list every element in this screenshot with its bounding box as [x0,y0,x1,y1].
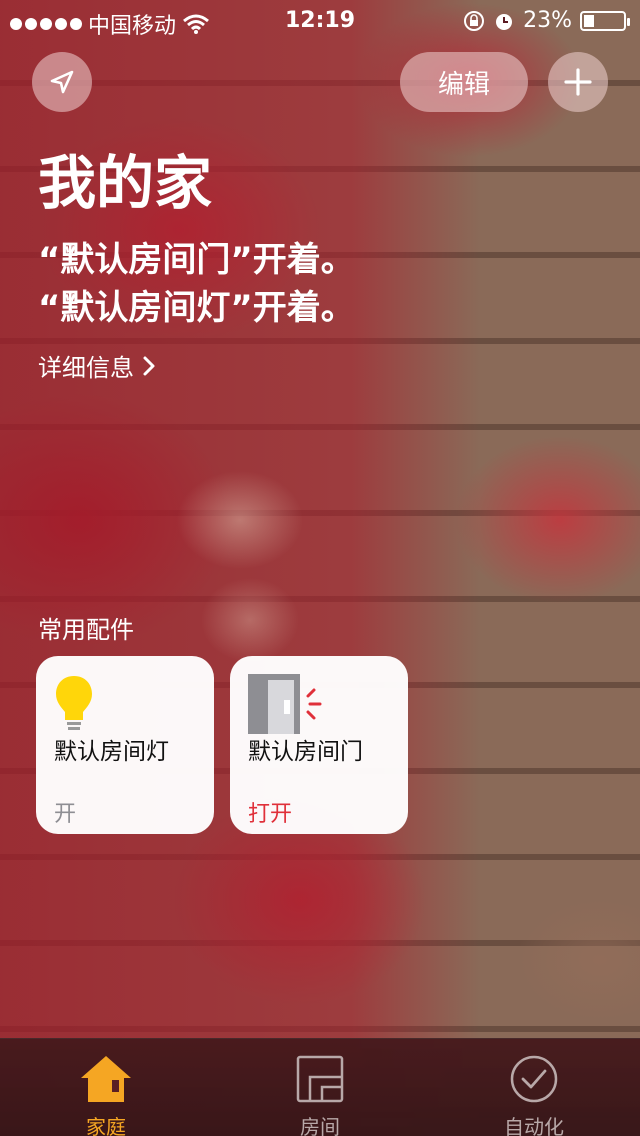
tile-state: 开 [54,802,77,827]
plus-icon [564,68,592,96]
accessory-tile-door[interactable]: 默认房间门 打开 [230,656,408,834]
tab-label: 家庭 [86,1115,126,1136]
battery-icon [580,10,630,31]
add-button[interactable] [548,52,608,112]
location-button[interactable] [32,52,92,112]
clock-icon [510,1055,558,1103]
tab-bar: 家庭 房间 自动化 [0,1038,640,1136]
details-link[interactable]: 详细信息 [38,348,156,383]
lightbulb-icon [56,676,92,730]
accessory-tile-light[interactable]: 默认房间灯 开 [36,656,214,834]
tile-state: 打开 [248,802,293,827]
tab-rooms[interactable]: 房间 [250,1053,390,1136]
door-icon [248,674,322,734]
home-title: 我的家 [38,149,213,217]
tile-name: 默认房间灯 [54,739,169,765]
edit-button[interactable]: 编辑 [400,52,528,112]
status-message-light: “默认房间灯”开着。 [38,288,355,328]
status-bar: 中国移动 12:19 23% [0,0,640,40]
tab-label: 房间 [300,1115,340,1136]
battery-percent: 23% [523,8,572,33]
chevron-right-icon [143,356,155,375]
location-arrow-icon [50,70,74,94]
tab-automation[interactable]: 自动化 [464,1053,604,1136]
house-icon [81,1056,131,1102]
orientation-lock-icon [464,10,485,31]
tile-name: 默认房间门 [248,739,363,765]
tab-home[interactable]: 家庭 [36,1053,176,1136]
favorites-section-label: 常用配件 [38,616,134,644]
alarm-icon [496,13,513,30]
tab-label: 自动化 [504,1115,564,1136]
details-label: 详细信息 [38,354,134,382]
rooms-icon [296,1055,344,1103]
status-message-door: “默认房间门”开着。 [38,240,355,280]
